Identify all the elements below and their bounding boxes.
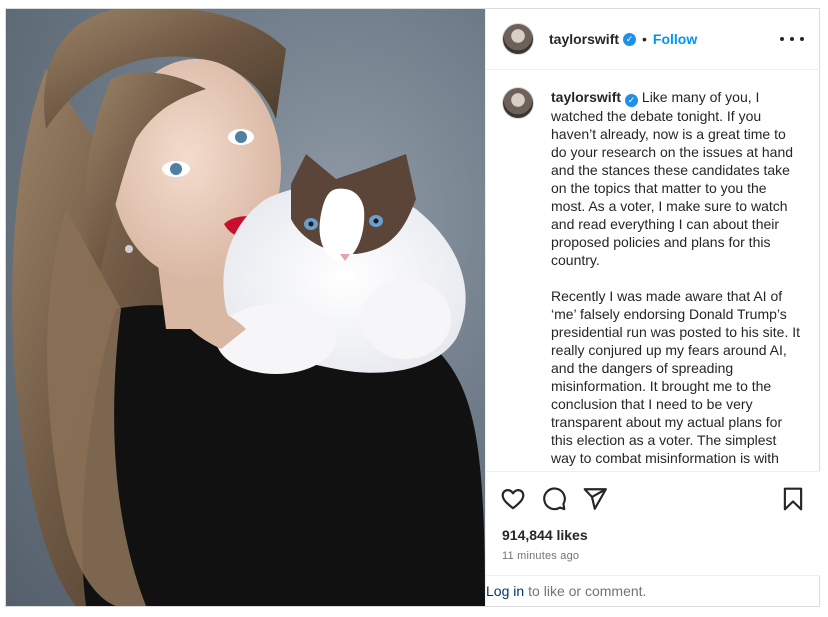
login-link[interactable]: Log in xyxy=(486,583,524,599)
more-options-icon[interactable] xyxy=(780,31,804,47)
caption-text: taylorswift ✓ Like many of you, I watched… xyxy=(551,88,801,471)
caption-paragraph-1-text: Like many of you, I watched the debate t… xyxy=(551,89,794,268)
post-timestamp[interactable]: 11 minutes ago xyxy=(502,550,579,562)
post-details-panel: taylorswift ✓ • Follow taylorswift ✓ Like… xyxy=(485,9,820,606)
more-dot xyxy=(790,37,794,41)
author-avatar[interactable] xyxy=(502,23,534,55)
follow-button[interactable]: Follow xyxy=(653,31,697,47)
post-header: taylorswift ✓ • Follow xyxy=(486,9,820,70)
login-suffix: to like or comment. xyxy=(528,583,647,599)
more-dot xyxy=(800,37,804,41)
verified-badge-icon: ✓ xyxy=(623,32,637,46)
comment-icon[interactable] xyxy=(541,486,567,512)
verified-badge-icon: ✓ xyxy=(625,94,639,107)
caption-author-avatar[interactable] xyxy=(502,87,534,119)
portrait-with-cat-image xyxy=(12,9,485,606)
post-photo[interactable] xyxy=(6,9,485,606)
header-separator: • xyxy=(642,31,647,47)
more-dot xyxy=(780,37,784,41)
bookmark-icon[interactable] xyxy=(780,486,806,512)
action-bar xyxy=(500,486,608,512)
instagram-post-embed: taylorswift ✓ • Follow taylorswift ✓ Like… xyxy=(5,8,820,607)
login-prompt: Log in to like or comment. xyxy=(486,575,820,606)
caption-paragraph-2: Recently I was made aware that AI of ‘me… xyxy=(551,288,801,471)
share-icon[interactable] xyxy=(582,486,608,512)
post-actions-section: 914,844 likes 11 minutes ago xyxy=(486,471,820,575)
likes-count[interactable]: 914,844 likes xyxy=(502,527,588,543)
heart-icon[interactable] xyxy=(500,486,526,512)
caption-paragraph-1: taylorswift ✓ Like many of you, I watched… xyxy=(551,88,801,269)
caption-username[interactable]: taylorswift xyxy=(551,89,621,105)
author-username[interactable]: taylorswift xyxy=(549,31,619,47)
caption-scroll-area[interactable]: taylorswift ✓ Like many of you, I watched… xyxy=(486,71,820,471)
